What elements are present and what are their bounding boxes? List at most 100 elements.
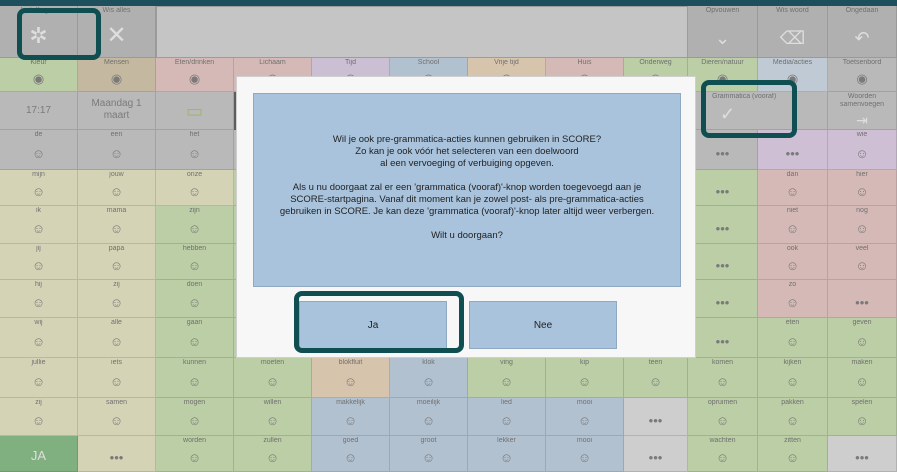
word-cell[interactable]: moeilijk ☺: [390, 398, 468, 436]
word-cell[interactable]: zij ☺: [78, 280, 156, 318]
settings-button[interactable]: Instellingen ✲: [0, 6, 78, 58]
word-cell[interactable]: kijken ☺: [758, 358, 828, 398]
fold-button[interactable]: Opvouwen ⌄: [688, 6, 758, 58]
word-label: eten: [785, 319, 800, 326]
delete-word-button[interactable]: Wis woord ⌫: [758, 6, 828, 58]
word-cell[interactable]: papa ☺: [78, 244, 156, 280]
category-cell[interactable]: Mensen ◉: [78, 58, 156, 92]
clock-cell[interactable]: 17:17: [0, 92, 78, 130]
word-cell[interactable]: willen ☺: [234, 398, 312, 436]
word-cell[interactable]: blokfluit ☺: [312, 358, 390, 398]
word-cell[interactable]: jouw ☺: [78, 170, 156, 206]
word-cell[interactable]: klok ☺: [390, 358, 468, 398]
word-cell[interactable]: gaan ☺: [156, 318, 234, 358]
word-cell[interactable]: zo ☺: [758, 280, 828, 318]
word-cell[interactable]: mijn ☺: [0, 170, 78, 206]
word-cell[interactable]: •••: [758, 130, 828, 170]
undo-button[interactable]: Ongedaan ↶: [828, 6, 897, 58]
combine-words-button[interactable]: Woorden samenvoegen ⇥: [828, 92, 897, 130]
word-cell[interactable]: nog ☺: [828, 206, 897, 244]
word-cell[interactable]: kip ☺: [546, 358, 624, 398]
word-cell[interactable]: •••: [78, 436, 156, 472]
category-cell[interactable]: Toetsenbord ◉: [828, 58, 897, 92]
word-cell[interactable]: •••: [624, 398, 688, 436]
word-cell[interactable]: het ☺: [156, 130, 234, 170]
word-cell[interactable]: eten ☺: [758, 318, 828, 358]
word-cell[interactable]: zitten ☺: [758, 436, 828, 472]
word-cell[interactable]: moeten ☺: [234, 358, 312, 398]
word-cell[interactable]: doen ☺: [156, 280, 234, 318]
word-cell[interactable]: hier ☺: [828, 170, 897, 206]
word-cell[interactable]: teen ☺: [624, 358, 688, 398]
yes-button[interactable]: Ja: [299, 301, 447, 349]
word-label: komen: [711, 359, 733, 366]
word-cell[interactable]: mooi ☺: [546, 436, 624, 472]
word-cell[interactable]: •••: [688, 280, 758, 318]
word-cell[interactable]: maken ☺: [828, 358, 897, 398]
word-cell[interactable]: lied ☺: [468, 398, 546, 436]
word-cell[interactable]: •••: [688, 244, 758, 280]
message-bar[interactable]: [156, 6, 688, 58]
word-cell[interactable]: alle ☺: [78, 318, 156, 358]
battery-cell[interactable]: ▭: [156, 92, 234, 130]
grammar-before-button[interactable]: Grammatica (vooraf) ✓: [688, 92, 828, 130]
grammar-before-label: Grammatica (vooraf): [712, 93, 777, 100]
close-icon: ✕: [106, 22, 127, 49]
word-cell[interactable]: komen ☺: [688, 358, 758, 398]
word-cell[interactable]: worden ☺: [156, 436, 234, 472]
pictogram-icon: ☺: [31, 146, 46, 161]
word-cell[interactable]: iets ☺: [78, 358, 156, 398]
category-cell[interactable]: Media/acties ◉: [758, 58, 828, 92]
word-cell[interactable]: •••: [688, 130, 758, 170]
word-cell[interactable]: wachten ☺: [688, 436, 758, 472]
word-cell[interactable]: een ☺: [78, 130, 156, 170]
no-button[interactable]: Nee: [469, 301, 617, 349]
word-cell[interactable]: •••: [828, 280, 897, 318]
word-cell[interactable]: •••: [688, 318, 758, 358]
word-cell[interactable]: •••: [688, 170, 758, 206]
word-cell[interactable]: mama ☺: [78, 206, 156, 244]
word-cell[interactable]: pakken ☺: [758, 398, 828, 436]
word-cell[interactable]: hij ☺: [0, 280, 78, 318]
word-cell[interactable]: geven ☺: [828, 318, 897, 358]
word-cell[interactable]: hebben ☺: [156, 244, 234, 280]
word-cell[interactable]: zij ☺: [0, 398, 78, 436]
category-cell[interactable]: Kleur ◉: [0, 58, 78, 92]
word-cell[interactable]: zijn ☺: [156, 206, 234, 244]
category-cell[interactable]: Dieren/natuur ◉: [688, 58, 758, 92]
word-cell[interactable]: wie ☺: [828, 130, 897, 170]
word-cell[interactable]: mogen ☺: [156, 398, 234, 436]
word-cell[interactable]: ik ☺: [0, 206, 78, 244]
clear-all-button[interactable]: Wis alles ✕: [78, 6, 156, 58]
word-cell[interactable]: groot ☺: [390, 436, 468, 472]
word-cell[interactable]: onze ☺: [156, 170, 234, 206]
word-cell[interactable]: •••: [828, 436, 897, 472]
word-cell[interactable]: jullie ☺: [0, 358, 78, 398]
word-cell[interactable]: wij ☺: [0, 318, 78, 358]
word-cell[interactable]: •••: [624, 436, 688, 472]
word-cell[interactable]: lekker ☺: [468, 436, 546, 472]
word-cell[interactable]: de ☺: [0, 130, 78, 170]
word-cell[interactable]: makkelijk ☺: [312, 398, 390, 436]
more-icon: •••: [715, 221, 730, 236]
word-label: zijn: [189, 207, 200, 214]
word-cell[interactable]: JA: [0, 436, 78, 472]
word-cell[interactable]: mooi ☺: [546, 398, 624, 436]
word-cell[interactable]: kunnen ☺: [156, 358, 234, 398]
word-cell[interactable]: zullen ☺: [234, 436, 312, 472]
word-cell[interactable]: spelen ☺: [828, 398, 897, 436]
word-cell[interactable]: niet ☺: [758, 206, 828, 244]
word-cell[interactable]: opruimen ☺: [688, 398, 758, 436]
word-cell[interactable]: veel ☺: [828, 244, 897, 280]
word-cell[interactable]: dan ☺: [758, 170, 828, 206]
word-cell[interactable]: samen ☺: [78, 398, 156, 436]
word-cell[interactable]: •••: [688, 206, 758, 244]
date-cell[interactable]: Maandag 1 maart: [78, 92, 156, 130]
word-cell[interactable]: ook ☺: [758, 244, 828, 280]
word-cell[interactable]: goed ☺: [312, 436, 390, 472]
pictogram-icon: ☺: [421, 374, 436, 389]
word-label: papa: [108, 245, 125, 252]
word-cell[interactable]: jij ☺: [0, 244, 78, 280]
word-cell[interactable]: ving ☺: [468, 358, 546, 398]
category-cell[interactable]: Eten/drinken ◉: [156, 58, 234, 92]
